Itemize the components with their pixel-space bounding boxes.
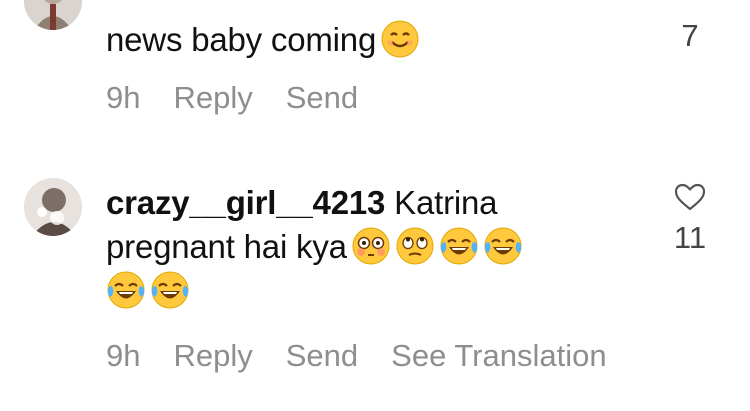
- avatar[interactable]: [24, 0, 82, 30]
- flushed-face-emoji-icon: [351, 226, 391, 266]
- tears-of-joy-emoji-icon: [483, 226, 523, 266]
- tears-of-joy-emoji-icon: [439, 226, 479, 266]
- tears-of-joy-emoji-icon: [150, 270, 190, 310]
- comment-time: 9h: [106, 338, 141, 373]
- comment-text: crazy__girl__4213 Katrina pregnant hai k…: [106, 181, 616, 313]
- heart-icon[interactable]: [674, 182, 706, 212]
- reply-button[interactable]: Reply: [173, 80, 252, 116]
- comment-item: crazy__girl__4213 Katrina pregnant hai k…: [0, 170, 750, 400]
- comment-message: news baby coming: [106, 21, 377, 58]
- comment-actions: 9h Reply Send See Translation: [106, 338, 607, 374]
- tears-of-joy-emoji-icon: [106, 270, 146, 310]
- avatar[interactable]: [24, 178, 82, 236]
- comment-time: 9h: [106, 80, 141, 115]
- smiling-face-emoji-icon: [380, 19, 420, 59]
- comment-username[interactable]: crazy__girl__4213: [106, 184, 385, 221]
- comment-actions: 9h Reply Send: [106, 80, 358, 116]
- like-count[interactable]: 11: [670, 220, 710, 256]
- comment-text: news baby coming: [106, 18, 616, 62]
- send-button[interactable]: Send: [286, 80, 358, 116]
- comment-item: news baby coming 9h Reply Send 7: [0, 0, 750, 135]
- reply-button[interactable]: Reply: [173, 338, 252, 374]
- eye-roll-face-emoji-icon: [395, 226, 435, 266]
- send-button[interactable]: Send: [286, 338, 358, 374]
- like-area: 7: [670, 18, 710, 54]
- see-translation-button[interactable]: See Translation: [391, 338, 606, 374]
- like-count[interactable]: 7: [670, 18, 710, 54]
- like-area: 11: [670, 182, 710, 256]
